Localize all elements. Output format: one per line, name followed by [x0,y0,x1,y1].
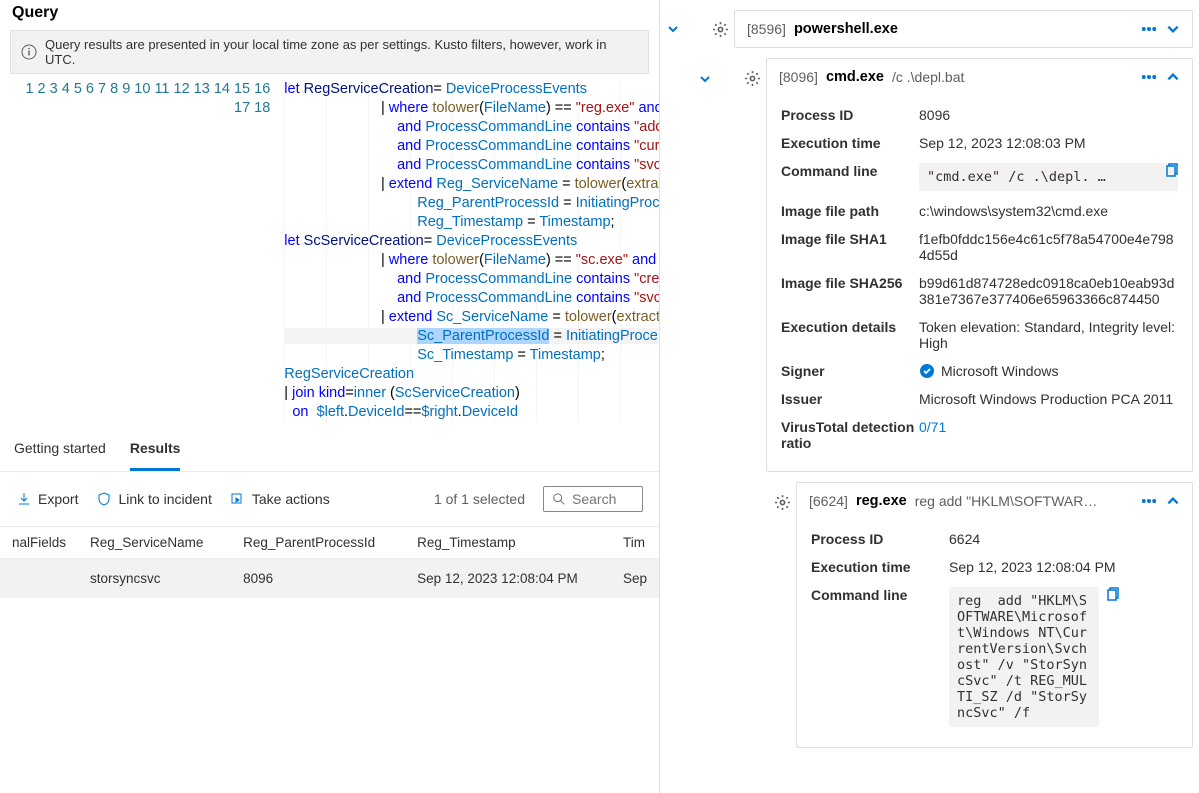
gear-icon[interactable] [768,488,796,516]
chevron-up-icon[interactable] [1166,70,1180,84]
code-editor[interactable]: 1 2 3 4 5 6 7 8 9 10 11 12 13 14 15 16 1… [0,80,659,426]
process-card[interactable]: [8596] powershell.exe [734,10,1193,48]
results-table[interactable]: nalFields Reg_ServiceName Reg_ParentProc… [0,526,659,598]
query-title: Query [0,0,659,30]
search-icon [552,492,566,506]
table-row[interactable]: storsyncsvc 8096 Sep 12, 2023 12:08:04 P… [0,559,659,599]
process-card-reg[interactable]: [6624] reg.exe reg add "HKLM\SOFTWAR… Pr… [796,482,1193,748]
chevron-down-icon[interactable] [1166,22,1180,36]
export-button[interactable]: Export [16,491,78,507]
chevron-up-icon[interactable] [1166,494,1180,508]
code-area[interactable]: let RegServiceCreation= DeviceProcessEve… [284,80,659,422]
expand-caret[interactable] [660,16,686,42]
process-tree-panel: [8596] powershell.exe [8096] cmd.exe /c … [660,0,1199,793]
search-input[interactable] [543,486,643,512]
expand-caret[interactable] [692,66,718,92]
tab-getting-started[interactable]: Getting started [14,426,106,471]
selection-count: 1 of 1 selected [434,491,525,507]
line-gutter: 1 2 3 4 5 6 7 8 9 10 11 12 13 14 15 16 1… [0,80,284,422]
more-icon[interactable] [1142,22,1156,36]
shield-icon [96,491,112,507]
tree-node-reg: [6624] reg.exe reg add "HKLM\SOFTWAR… Pr… [722,480,1199,750]
copy-icon[interactable] [1163,162,1179,181]
more-icon[interactable] [1142,70,1156,84]
virustotal-link[interactable]: 0/71 [919,419,1178,451]
take-actions-button[interactable]: Take actions [230,491,330,507]
copy-icon[interactable] [1104,586,1120,605]
tree-node-powershell: [8596] powershell.exe [660,8,1199,50]
command-line-box: "cmd.exe" /c .\depl. … [919,163,1178,191]
command-line-box: reg add "HKLM\SOFTWARE\Microsoft\Windows… [949,587,1099,727]
table-header: nalFields Reg_ServiceName Reg_ParentProc… [0,527,659,559]
info-icon [21,44,37,60]
result-tabs: Getting started Results [0,426,659,472]
gear-icon[interactable] [706,15,734,43]
verified-icon [919,363,935,379]
download-icon [16,491,32,507]
info-bar: Query results are presented in your loca… [10,30,649,74]
results-toolbar: Export Link to incident Take actions 1 o… [0,472,659,526]
tree-node-cmd: [8096] cmd.exe /c .\depl.bat Process ID8… [692,56,1199,474]
more-icon[interactable] [1142,494,1156,508]
query-panel: Query Query results are presented in you… [0,0,660,793]
info-text: Query results are presented in your loca… [45,37,638,67]
tab-results[interactable]: Results [130,426,181,471]
card-body: Process ID6624 Execution timeSep 12, 202… [797,519,1192,747]
gear-icon[interactable] [738,64,766,92]
card-body: Process ID8096 Execution timeSep 12, 202… [767,95,1192,471]
action-icon [230,491,246,507]
link-incident-button[interactable]: Link to incident [96,491,211,507]
process-card-cmd[interactable]: [8096] cmd.exe /c .\depl.bat Process ID8… [766,58,1193,472]
